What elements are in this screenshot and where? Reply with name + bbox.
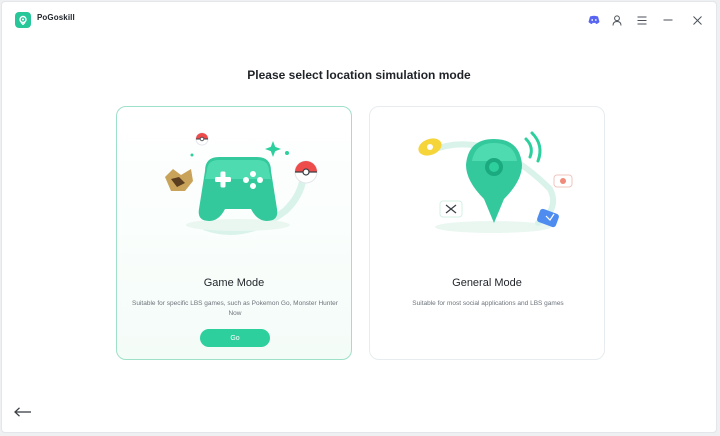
go-button[interactable]: Go bbox=[200, 329, 270, 347]
location-pin-illustration bbox=[418, 131, 573, 233]
title-bar: PoGoskill bbox=[2, 2, 716, 38]
close-icon[interactable] bbox=[689, 12, 705, 28]
card-description: Suitable for most social applications an… bbox=[412, 300, 564, 307]
minimize-icon[interactable] bbox=[660, 12, 676, 28]
app-window: PoGoskill Please select location simulat… bbox=[1, 1, 717, 433]
menu-icon[interactable] bbox=[634, 12, 650, 28]
back-arrow-icon[interactable] bbox=[13, 404, 33, 420]
app-name: PoGoskill bbox=[37, 13, 75, 22]
discord-icon[interactable] bbox=[586, 12, 602, 28]
page-title: Please select location simulation mode bbox=[247, 68, 471, 82]
app-logo-icon bbox=[15, 12, 31, 28]
game-controller-illustration bbox=[165, 132, 318, 235]
game-mode-card[interactable]: Game Mode Suitable for specific LBS game… bbox=[116, 106, 352, 360]
card-description: Suitable for specific LBS games, such as… bbox=[132, 300, 338, 317]
user-icon[interactable] bbox=[609, 12, 625, 28]
general-mode-card[interactable]: General Mode Suitable for most social ap… bbox=[369, 106, 605, 360]
card-title: General Mode bbox=[452, 277, 522, 289]
card-title: Game Mode bbox=[203, 277, 265, 289]
